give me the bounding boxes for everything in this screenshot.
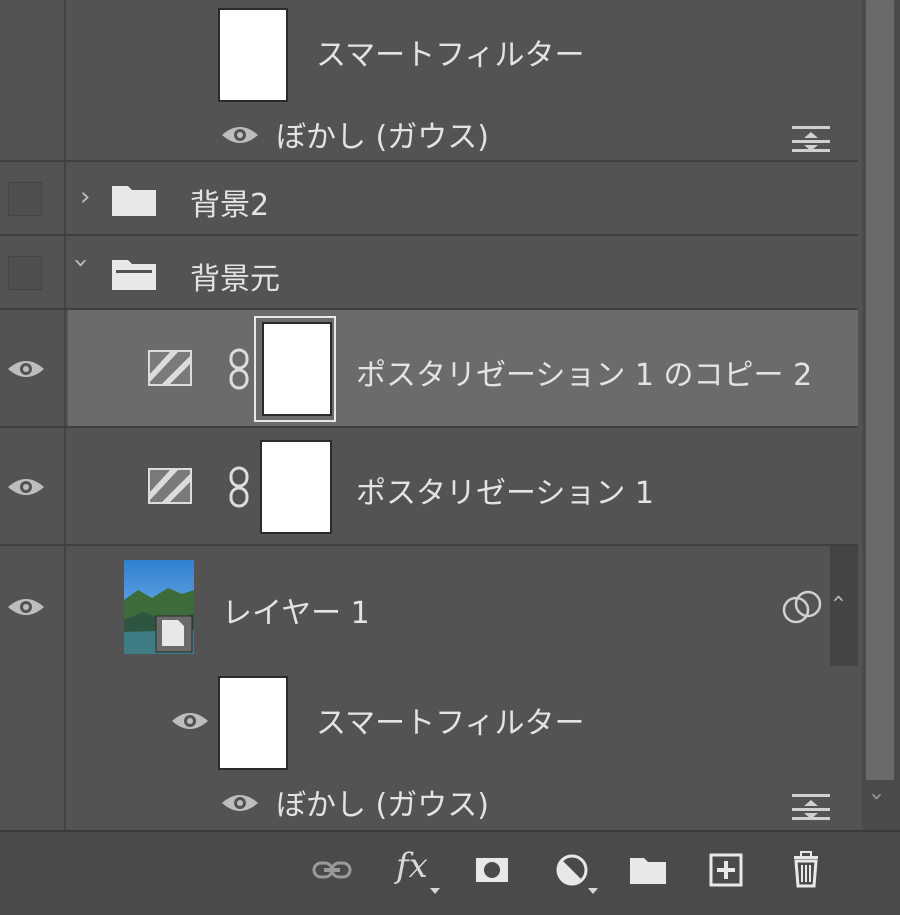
layer-name[interactable]: ポスタリゼーション 1 のコピー 2 (356, 350, 812, 394)
layers-footer-toolbar: fx (0, 830, 900, 915)
layer-row[interactable]: ポスタリゼーション 1 (0, 428, 858, 546)
layer-row-selected[interactable]: ポスタリゼーション 1 のコピー 2 (0, 310, 858, 428)
adjustment-dropdown-indicator (588, 888, 598, 894)
eye-icon[interactable] (220, 790, 260, 816)
visibility-column (0, 310, 66, 426)
chevron-down-icon[interactable]: › (66, 258, 96, 268)
link-icon[interactable] (228, 466, 250, 508)
new-layer-icon[interactable] (706, 850, 746, 890)
posterize-adjustment-icon (148, 350, 192, 386)
scrollbar-thumb[interactable] (866, 0, 894, 780)
add-mask-icon[interactable] (472, 850, 512, 890)
smart-filter-label: スマートフィルター (316, 706, 585, 741)
visibility-column (0, 664, 66, 830)
blur-filter-label: ぼかし (ガウス) (276, 120, 489, 155)
new-group-icon[interactable] (628, 850, 668, 890)
smart-filter-row-top[interactable]: スマートフィルター ぼかし (ガウス) (0, 0, 858, 162)
smart-filter-thumbnail (218, 676, 288, 770)
smart-filter-indicator-icon[interactable] (782, 590, 822, 624)
vertical-scrollbar[interactable]: › (862, 0, 900, 830)
layer-row[interactable]: レイヤー 1 › (0, 546, 858, 666)
eye-icon[interactable] (170, 708, 210, 734)
adjustment-layer-icon[interactable] (552, 850, 592, 890)
visibility-toggle-empty[interactable] (8, 256, 42, 290)
link-icon[interactable] (228, 348, 250, 390)
smart-filter-thumbnail (218, 8, 288, 102)
link-layers-icon[interactable] (312, 850, 352, 890)
visibility-column (0, 0, 66, 160)
fx-dropdown-indicator (430, 888, 440, 894)
visibility-column (0, 428, 66, 544)
folder-icon (112, 186, 156, 216)
visibility-column (0, 546, 66, 664)
chevron-right-icon[interactable]: › (80, 182, 90, 212)
layer-name[interactable]: 背景元 (190, 254, 280, 298)
trash-icon[interactable] (786, 850, 826, 890)
layer-thumbnail[interactable] (124, 560, 194, 654)
collapse-effects-control[interactable]: › (826, 546, 858, 666)
smart-filter-row[interactable]: スマートフィルター ぼかし (ガウス) (0, 664, 858, 830)
blur-filter-label: ぼかし (ガウス) (276, 788, 489, 823)
layer-mask-thumbnail[interactable] (260, 440, 332, 534)
layer-name[interactable]: ポスタリゼーション 1 (356, 468, 654, 512)
eye-icon[interactable] (220, 122, 260, 148)
layer-mask-thumbnail[interactable] (262, 322, 332, 416)
layer-name[interactable]: レイヤー 1 (222, 588, 370, 632)
visibility-column (0, 236, 66, 308)
chevron-up-icon: › (825, 594, 851, 603)
visibility-column (0, 162, 66, 234)
layer-group-row[interactable]: › 背景元 (0, 236, 858, 310)
eye-icon[interactable] (6, 594, 46, 620)
posterize-adjustment-icon (148, 468, 192, 504)
eye-icon[interactable] (6, 356, 46, 382)
layer-group-row[interactable]: › 背景2 (0, 162, 858, 236)
fx-icon[interactable]: fx (396, 846, 428, 886)
filter-options-icon[interactable] (792, 792, 830, 820)
layer-name[interactable]: 背景2 (190, 180, 269, 224)
chevron-down-icon[interactable]: › (864, 792, 889, 801)
eye-icon[interactable] (6, 474, 46, 500)
layers-panel: スマートフィルター ぼかし (ガウス) › 背景2 › 背景元 ポスタリゼーショ… (0, 0, 900, 915)
visibility-toggle-empty[interactable] (8, 182, 42, 216)
filter-options-icon[interactable] (792, 124, 830, 152)
smart-filter-label: スマートフィルター (316, 38, 585, 73)
folder-open-icon (112, 260, 156, 290)
